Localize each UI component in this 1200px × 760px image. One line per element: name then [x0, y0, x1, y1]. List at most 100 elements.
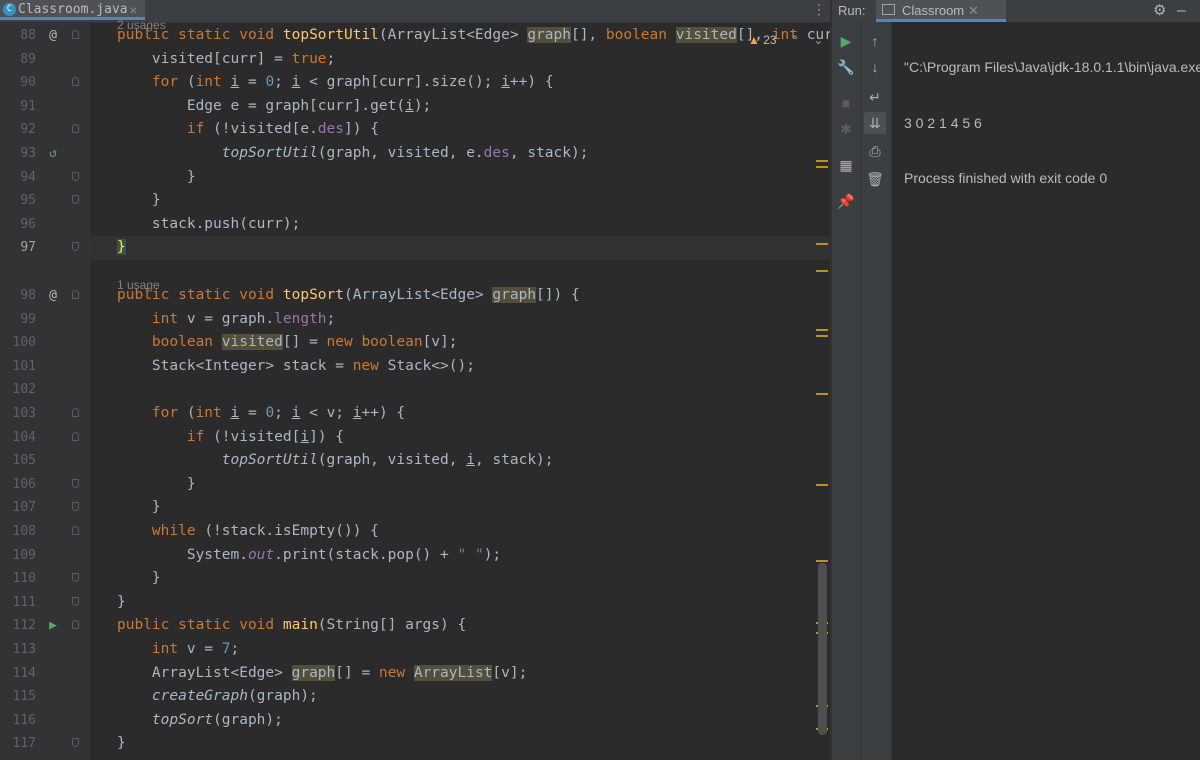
line-number: 107: [12, 500, 36, 516]
up-arrow-icon[interactable]: ↑: [864, 30, 886, 52]
code-line[interactable]: 110 }: [0, 567, 830, 591]
pin-icon[interactable]: 📌: [835, 190, 857, 212]
run-tab-classroom[interactable]: Classroom ✕: [876, 0, 1006, 22]
code-line[interactable]: 112 ▶ public static void main(String[] arg…: [0, 614, 830, 638]
previous-highlight-icon[interactable]: ⌃: [790, 33, 800, 47]
trash-icon[interactable]: 🗑: [864, 168, 886, 190]
usage-hint[interactable]: 2 usages: [117, 14, 166, 37]
run-toolbar-primary: ▶ 🔧 ■ ✱ ▦ 📌: [832, 22, 861, 760]
code-text: topSortUtil(graph, visited, i, stack);: [221, 452, 554, 469]
recursive-call-icon[interactable]: ↺: [45, 146, 61, 162]
code-line[interactable]: 113 int v = 7;: [0, 638, 830, 662]
code-line[interactable]: 90 for (int i = 0; i < graph[curr].size(…: [0, 71, 830, 95]
fold-marker-icon[interactable]: [72, 124, 79, 134]
code-line[interactable]: 103 for (int i = 0; i < v; i++) {: [0, 402, 830, 426]
code-line[interactable]: 104 if (!visited[i]) {: [0, 426, 830, 450]
fold-marker-icon[interactable]: [72, 290, 79, 299]
fold-marker-icon[interactable]: [72, 171, 79, 181]
line-number: 102: [12, 382, 36, 398]
warning-marker[interactable]: [816, 329, 828, 331]
console-line: Process finished with exit code 0: [904, 170, 1108, 187]
warning-marker[interactable]: [816, 484, 828, 486]
code-line[interactable]: 117}: [0, 732, 830, 756]
code-line[interactable]: 91 Edge e = graph[curr].get(i);: [0, 95, 830, 119]
warning-marker[interactable]: [816, 160, 828, 162]
code-text: for (int i = 0; i < graph[curr].size(); …: [151, 74, 554, 91]
code-line[interactable]: 115 createGraph(graph);: [0, 685, 830, 709]
fold-marker-icon[interactable]: [72, 478, 79, 488]
fold-marker-icon[interactable]: [72, 620, 79, 630]
code-line[interactable]: 99 int v = graph.length;: [0, 308, 830, 332]
fold-marker-icon[interactable]: [72, 596, 79, 606]
warning-marker[interactable]: [816, 270, 828, 272]
code-editor[interactable]: C Classroom.java ✕ ⋮ 88 @ public static vo…: [0, 0, 830, 760]
code-text: topSort(graph);: [151, 711, 283, 728]
more-tabs-icon[interactable]: ⋮: [812, 0, 826, 20]
warning-marker[interactable]: [816, 393, 828, 395]
code-line[interactable]: 89 visited[curr] = true;: [0, 48, 830, 72]
hide-panel-icon[interactable]: –: [1177, 0, 1186, 22]
code-text: }: [117, 168, 196, 185]
warning-marker[interactable]: [816, 166, 828, 168]
code-line[interactable]: 109 System.out.print(stack.pop() + " ");: [0, 544, 830, 568]
code-line[interactable]: 114 ArrayList<Edge> graph[] = new ArrayL…: [0, 662, 830, 686]
warning-marker[interactable]: [816, 335, 828, 337]
code-line[interactable]: 108 while (!stack.isEmpty()) {: [0, 520, 830, 544]
run-gutter-icon[interactable]: ▶: [45, 618, 61, 634]
print-icon[interactable]: ⎙: [864, 140, 886, 162]
stop-icon[interactable]: ■: [835, 92, 857, 114]
wrench-icon[interactable]: 🔧: [835, 56, 857, 78]
code-line[interactable]: 111}: [0, 591, 830, 615]
editor-scrollbar[interactable]: [818, 563, 827, 735]
code-line[interactable]: 102: [0, 378, 830, 402]
console-output[interactable]: "C:\Program Files\Java\jdk-18.0.1.1\bin\…: [904, 24, 1200, 223]
line-number: 96: [20, 216, 36, 232]
code-line[interactable]: 116 topSort(graph);: [0, 709, 830, 733]
gear-icon[interactable]: ⚙: [1153, 0, 1166, 22]
soft-wrap-icon[interactable]: ↵: [864, 86, 886, 108]
layout-icon[interactable]: ▦: [835, 154, 857, 176]
line-number: 91: [20, 98, 36, 114]
debug-bug-icon[interactable]: ✱: [835, 118, 857, 140]
code-line[interactable]: 94 }: [0, 166, 830, 190]
code-line[interactable]: 107 }: [0, 496, 830, 520]
code-line[interactable]: 96 stack.push(curr);: [0, 213, 830, 237]
code-line[interactable]: 100 boolean visited[] = new boolean[v];: [0, 331, 830, 355]
line-number: 113: [12, 642, 36, 657]
fold-marker-icon[interactable]: [72, 195, 79, 205]
close-run-tab-icon[interactable]: ✕: [968, 0, 979, 22]
fold-marker-icon[interactable]: [72, 408, 79, 417]
warning-count: 23: [763, 33, 777, 47]
code-line[interactable]: 105 topSortUtil(graph, visited, i, stack…: [0, 449, 830, 473]
warning-marker[interactable]: [816, 560, 828, 562]
inspection-widget[interactable]: ▲ 23 ⌃ ⌄: [748, 30, 823, 50]
line-number: 89: [20, 51, 36, 67]
fold-marker-icon[interactable]: [72, 30, 79, 39]
line-number: 115: [12, 689, 36, 705]
code-text: Stack<Integer> stack = new Stack<>();: [117, 357, 475, 374]
code-line[interactable]: 92 if (!visited[e.des]) {: [0, 118, 830, 142]
annotation-icon[interactable]: @: [45, 288, 61, 304]
code-line[interactable]: 101 Stack<Integer> stack = new Stack<>()…: [0, 355, 830, 379]
code-line[interactable]: 95 }: [0, 189, 830, 213]
fold-marker-icon[interactable]: [72, 738, 79, 748]
line-number: 116: [12, 712, 36, 728]
annotation-icon[interactable]: @: [45, 28, 61, 44]
fold-marker-icon[interactable]: [72, 526, 79, 535]
fold-marker-icon[interactable]: [72, 431, 79, 441]
line-number: 103: [12, 406, 36, 421]
warning-marker[interactable]: [816, 243, 828, 245]
fold-marker-icon[interactable]: [72, 502, 79, 512]
code-text: public static void topSortUtil(ArrayList…: [117, 27, 830, 43]
usage-hint[interactable]: 1 usage: [117, 274, 160, 297]
line-number: 117: [12, 736, 36, 752]
code-line[interactable]: 97}: [0, 236, 830, 260]
code-line[interactable]: 106 }: [0, 473, 830, 497]
down-arrow-icon[interactable]: ↓: [864, 56, 886, 78]
fold-marker-icon[interactable]: [72, 573, 79, 583]
fold-marker-icon[interactable]: [72, 77, 79, 87]
scroll-to-end-icon[interactable]: ⇊: [864, 112, 886, 134]
rerun-icon[interactable]: ▶: [835, 30, 857, 52]
fold-marker-icon[interactable]: [72, 242, 79, 252]
code-line[interactable]: 93 ↺ topSortUtil(graph, visited, e.des, s…: [0, 142, 830, 166]
